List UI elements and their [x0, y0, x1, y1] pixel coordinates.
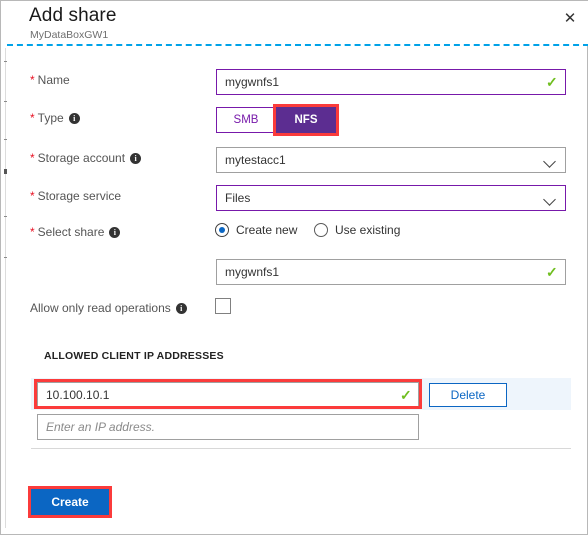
radio-use-existing[interactable]: Use existing: [314, 223, 400, 237]
select-share-label: * Select share i: [30, 225, 121, 239]
storage-account-label-text: Storage account: [37, 151, 126, 165]
name-input[interactable]: [216, 69, 566, 95]
info-icon[interactable]: i: [175, 303, 187, 314]
scroll-rail[interactable]: [5, 48, 6, 528]
required-asterisk: *: [30, 189, 35, 203]
info-icon[interactable]: i: [130, 153, 142, 164]
page-title: Add share: [29, 5, 117, 26]
name-label-text: Name: [37, 73, 70, 87]
type-label: * Type i: [30, 111, 80, 125]
info-icon[interactable]: i: [68, 113, 80, 124]
header-divider: [7, 44, 588, 46]
device-subtitle: MyDataBoxGW1: [30, 29, 109, 41]
required-asterisk: *: [30, 111, 35, 125]
radio-create-new-label: Create new: [236, 223, 298, 237]
radio-create-new[interactable]: Create new: [215, 223, 297, 237]
storage-service-select[interactable]: [216, 185, 566, 211]
required-asterisk: *: [30, 151, 35, 165]
required-asterisk: *: [30, 225, 35, 239]
rail-tick: [4, 101, 7, 102]
rail-tick: [4, 216, 7, 217]
scroll-thumb[interactable]: [4, 169, 7, 174]
type-label-text: Type: [37, 111, 64, 125]
rail-tick: [4, 139, 7, 140]
type-option-nfs[interactable]: NFS: [276, 107, 336, 133]
new-ip-address-input[interactable]: [37, 414, 419, 440]
rail-tick: [4, 257, 7, 258]
name-label: * Name: [30, 73, 70, 87]
read-only-label: Allow only read operations i: [30, 301, 187, 315]
required-asterisk: *: [30, 73, 35, 87]
rail-tick: [4, 61, 7, 62]
read-only-label-text: Allow only read operations: [30, 301, 171, 315]
storage-account-label: * Storage account i: [30, 151, 142, 165]
storage-service-label: * Storage service: [30, 189, 121, 203]
delete-button[interactable]: Delete: [429, 383, 507, 407]
radio-use-existing-label: Use existing: [335, 223, 401, 237]
radio-create-new-control[interactable]: [215, 223, 229, 237]
storage-service-label-text: Storage service: [37, 189, 122, 203]
blade-header: Add share MyDataBoxGW1 ✕: [1, 1, 588, 44]
create-button[interactable]: Create: [31, 489, 109, 515]
share-name-valid-icon: ✓: [546, 264, 558, 280]
close-icon[interactable]: ✕: [559, 7, 581, 29]
type-option-smb[interactable]: SMB: [216, 107, 276, 133]
info-icon[interactable]: i: [109, 227, 121, 238]
radio-use-existing-control[interactable]: [314, 223, 328, 237]
ip-address-input[interactable]: [37, 382, 419, 408]
add-share-blade: Add share MyDataBoxGW1 ✕ *Name ✓ *Typei …: [0, 0, 588, 535]
name-valid-icon: ✓: [546, 74, 558, 90]
select-share-label-text: Select share: [37, 225, 105, 239]
ip-section-heading: ALLOWED CLIENT IP ADDRESSES: [44, 350, 224, 362]
ip-section-divider: [31, 448, 571, 449]
ip-valid-icon: ✓: [400, 387, 412, 403]
share-name-input[interactable]: [216, 259, 566, 285]
read-only-checkbox[interactable]: [215, 298, 231, 314]
storage-account-select[interactable]: [216, 147, 566, 173]
